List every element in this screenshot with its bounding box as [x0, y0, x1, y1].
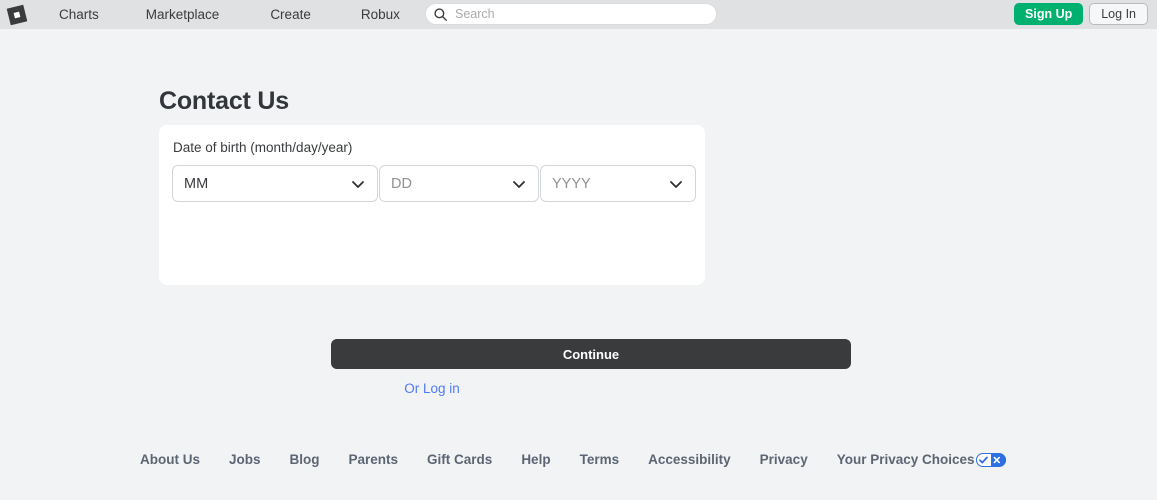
- log-in-button[interactable]: Log In: [1089, 3, 1148, 25]
- contact-form-card: Date of birth (month/day/year) MM DD YYY…: [159, 125, 851, 396]
- year-select[interactable]: YYYY: [540, 165, 696, 202]
- roblox-logo-icon[interactable]: [0, 0, 34, 29]
- chevron-down-icon: [513, 180, 525, 188]
- date-of-birth-row: MM DD YYYY: [172, 165, 696, 202]
- footer: About Us Jobs Blog Parents Gift Cards He…: [0, 452, 1157, 467]
- footer-link-jobs[interactable]: Jobs: [229, 452, 261, 467]
- chevron-down-icon: [352, 180, 364, 188]
- auth-buttons: Sign Up Log In: [1014, 3, 1148, 25]
- footer-link-gift-cards[interactable]: Gift Cards: [427, 452, 492, 467]
- nav-item-charts[interactable]: Charts: [59, 7, 99, 22]
- footer-link-blog[interactable]: Blog: [290, 452, 320, 467]
- day-select-value: DD: [391, 175, 412, 192]
- your-privacy-choices-label: Your Privacy Choices: [836, 452, 975, 467]
- page-title: Contact Us: [159, 86, 289, 115]
- continue-button[interactable]: Continue: [331, 339, 851, 369]
- main-nav: Charts Marketplace Create Robux: [34, 7, 400, 22]
- date-of-birth-label: Date of birth (month/day/year): [173, 140, 353, 155]
- footer-link-terms[interactable]: Terms: [580, 452, 620, 467]
- month-select-value: MM: [184, 175, 209, 192]
- day-select[interactable]: DD: [379, 165, 539, 202]
- month-select[interactable]: MM: [172, 165, 378, 202]
- footer-link-help[interactable]: Help: [521, 452, 550, 467]
- nav-item-marketplace[interactable]: Marketplace: [146, 7, 220, 22]
- search-box[interactable]: [425, 3, 717, 25]
- footer-link-parents[interactable]: Parents: [349, 452, 399, 467]
- chevron-down-icon: [670, 180, 682, 188]
- top-navigation-bar: Charts Marketplace Create Robux Sign Up …: [0, 0, 1157, 29]
- footer-link-your-privacy-choices[interactable]: Your Privacy Choices: [837, 452, 1006, 467]
- search-icon: [434, 7, 448, 21]
- privacy-choices-toggle-icon: [975, 452, 1006, 467]
- or-log-in-link[interactable]: Or Log in: [159, 381, 705, 396]
- footer-link-accessibility[interactable]: Accessibility: [648, 452, 731, 467]
- year-select-value: YYYY: [552, 175, 591, 192]
- search-input[interactable]: [455, 5, 695, 23]
- nav-item-create[interactable]: Create: [270, 7, 311, 22]
- footer-link-privacy[interactable]: Privacy: [760, 452, 808, 467]
- nav-item-robux[interactable]: Robux: [361, 7, 400, 22]
- footer-link-about-us[interactable]: About Us: [140, 452, 200, 467]
- sign-up-button[interactable]: Sign Up: [1014, 3, 1084, 25]
